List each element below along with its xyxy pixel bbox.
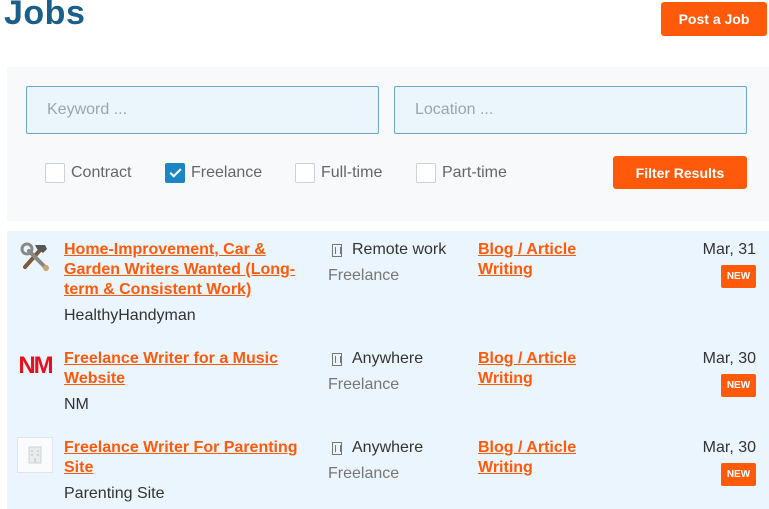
nm-logo-text: NM	[18, 352, 53, 379]
job-listing[interactable]: Home-Improvement, Car & Garden Writers W…	[7, 231, 769, 337]
company-logo	[17, 239, 53, 275]
job-listing[interactable]: NM Freelance Writer for a Music Website …	[7, 340, 769, 426]
job-type-label: Full-time	[321, 164, 383, 181]
job-category-link[interactable]: Blog / Article Writing	[478, 240, 608, 280]
page-title: Jobs	[4, 0, 86, 32]
job-type-part-time[interactable]: Part-time	[416, 161, 507, 185]
building-placeholder-icon	[17, 437, 53, 473]
freelance-checkbox[interactable]	[165, 163, 185, 183]
job-date: Mar, 30	[702, 350, 756, 367]
job-title-link[interactable]: Freelance Writer for a Music Website	[64, 349, 309, 389]
company-name: HealthyHandyman	[64, 307, 196, 324]
company-logo	[17, 437, 53, 473]
company-logo: NM	[17, 348, 53, 384]
job-type: Freelance	[328, 376, 400, 393]
job-category-link[interactable]: Blog / Article Writing	[478, 438, 608, 478]
job-type: Freelance	[328, 267, 400, 284]
location-text: Anywhere	[352, 439, 424, 456]
job-location: Remote work	[332, 241, 446, 259]
job-date: Mar, 30	[702, 439, 756, 456]
check-icon	[168, 165, 182, 178]
building-icon	[332, 243, 342, 257]
keyword-input[interactable]	[26, 86, 379, 134]
location-input[interactable]	[394, 86, 747, 134]
job-date: Mar, 31	[702, 241, 756, 258]
job-location: Anywhere	[332, 439, 423, 457]
part-time-checkbox[interactable]	[416, 163, 436, 183]
company-name: NM	[64, 396, 89, 413]
building-icon	[332, 352, 342, 366]
job-type-label: Part-time	[442, 164, 507, 181]
building-icon	[332, 441, 342, 455]
jobs-page: Jobs Post a Job Contract Freelance Full-…	[0, 0, 769, 509]
filter-results-button[interactable]: Filter Results	[613, 156, 747, 189]
post-job-button[interactable]: Post a Job	[661, 2, 767, 36]
job-type-filters: Contract Freelance Full-time Part-time	[7, 161, 607, 185]
location-text: Anywhere	[352, 350, 424, 367]
job-type-label: Freelance	[191, 164, 263, 181]
job-type: Freelance	[328, 465, 400, 482]
job-category-link[interactable]: Blog / Article Writing	[478, 349, 608, 389]
job-type-freelance[interactable]: Freelance	[165, 161, 262, 185]
full-time-checkbox[interactable]	[295, 163, 315, 183]
filter-panel: Contract Freelance Full-time Part-time F…	[7, 67, 769, 221]
job-type-contract[interactable]: Contract	[45, 161, 131, 185]
job-list: Home-Improvement, Car & Garden Writers W…	[7, 231, 769, 509]
job-listing[interactable]: Freelance Writer For Parenting Site Pare…	[7, 429, 769, 509]
job-location: Anywhere	[332, 350, 423, 368]
new-badge: NEW	[721, 265, 756, 288]
job-title-link[interactable]: Freelance Writer For Parenting Site	[64, 438, 309, 478]
job-type-label: Contract	[71, 164, 132, 181]
company-name: Parenting Site	[64, 485, 165, 502]
job-title-link[interactable]: Home-Improvement, Car & Garden Writers W…	[64, 240, 309, 300]
hammer-wrench-icon	[20, 242, 49, 271]
new-badge: NEW	[721, 463, 756, 486]
contract-checkbox[interactable]	[45, 163, 65, 183]
job-type-full-time[interactable]: Full-time	[295, 161, 382, 185]
location-text: Remote work	[352, 241, 447, 258]
new-badge: NEW	[721, 374, 756, 397]
